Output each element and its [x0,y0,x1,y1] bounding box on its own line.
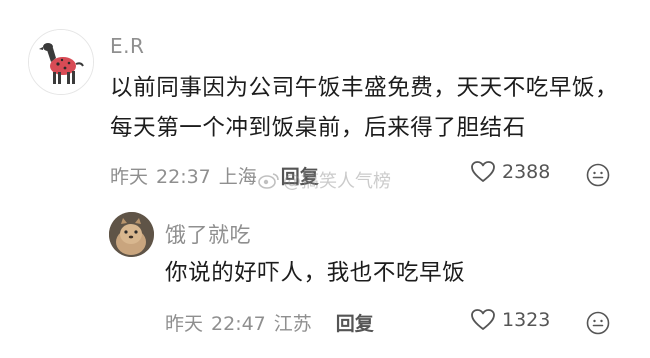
commenter-avatar[interactable] [28,29,94,95]
emoji-reaction-icon[interactable] [586,163,610,187]
reply-button[interactable]: 回复 [336,313,374,335]
reply-location: 江苏 [273,313,312,335]
comment-text: 以前同事因为公司午饭丰盛免费，天天不吃早饭，每天第一个冲到饭桌前，后来得了胆结石 [110,75,619,141]
like-count: 2388 [502,160,551,183]
watermark: @搞笑人气榜 [258,167,391,193]
watermark-text: @搞笑人气榜 [283,171,391,192]
dog-avatar-icon [29,30,93,94]
reply-time: 22:47 [211,313,266,335]
emoji-reaction-icon[interactable] [586,311,610,335]
reply-meta: 昨天 22:47 江苏 回复 [165,309,382,336]
reply-username[interactable]: 饿了就吃 [165,219,251,249]
heart-outline-icon [471,161,495,182]
comment-location: 上海 [218,166,257,188]
like-button[interactable]: 1323 [470,308,550,331]
comment-date: 昨天 [110,166,149,188]
like-button[interactable]: 2388 [470,160,550,183]
animal-avatar-icon [109,212,154,257]
reply-avatar[interactable] [109,212,154,257]
reply-date: 昨天 [165,313,204,335]
comment-time: 22:37 [156,166,211,188]
weibo-logo-icon [258,173,279,189]
heart-outline-icon [471,309,495,330]
reply-text: 你说的好吓人，我也不吃早饭 [165,260,466,286]
like-count: 1323 [502,308,551,331]
comment-username[interactable]: E.R [110,34,144,58]
